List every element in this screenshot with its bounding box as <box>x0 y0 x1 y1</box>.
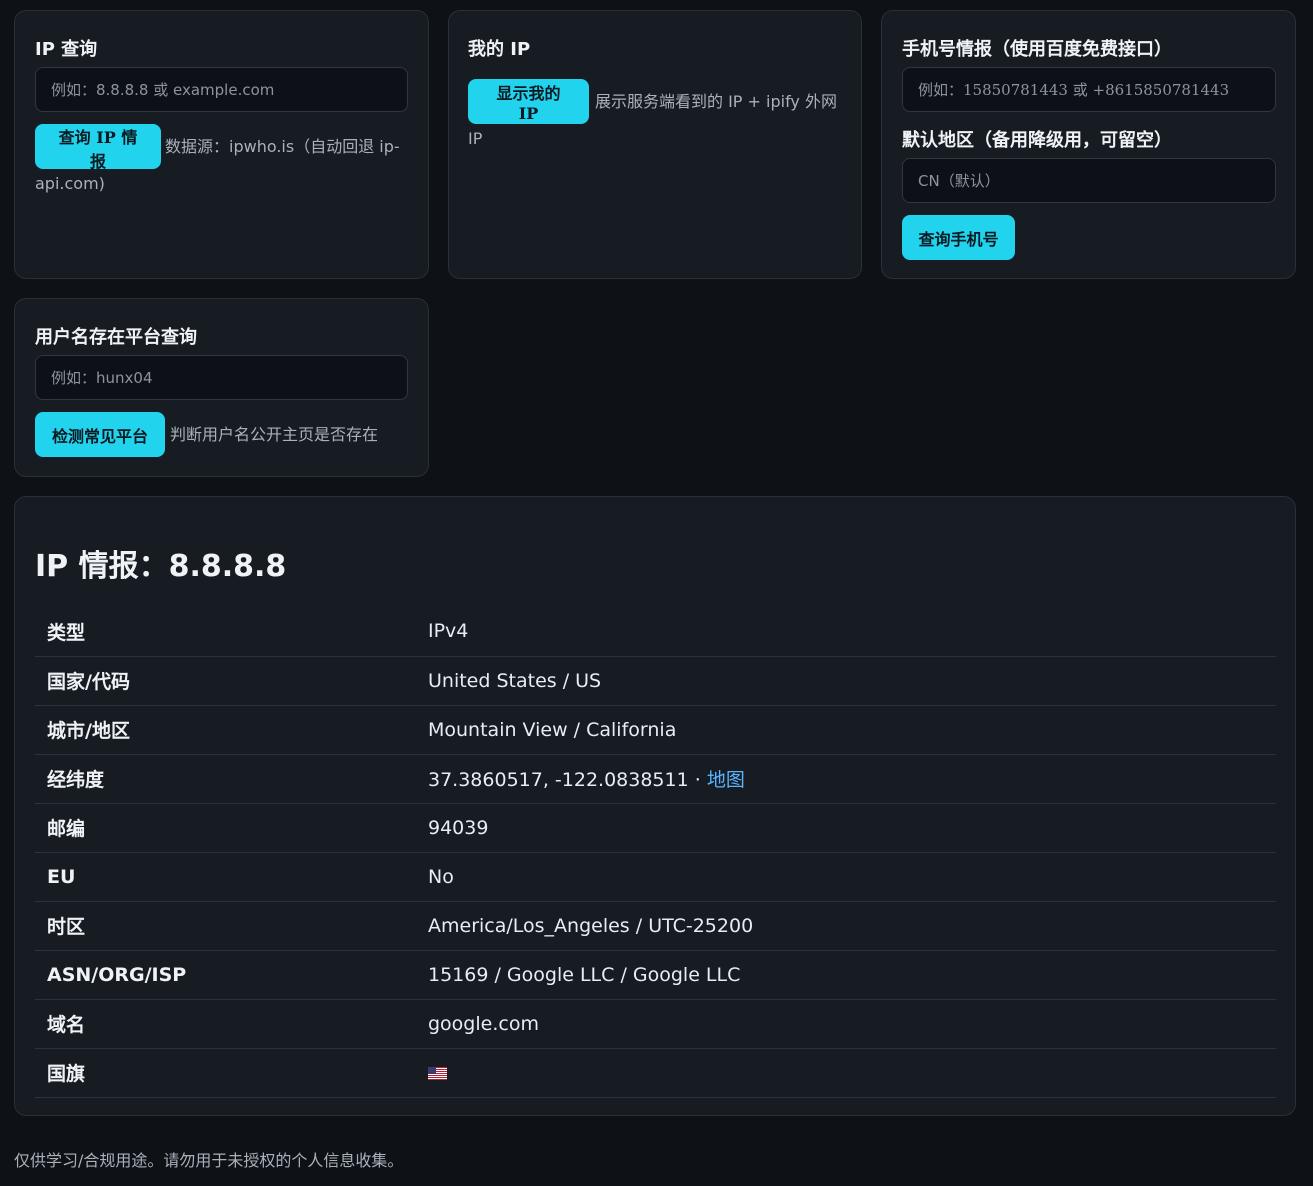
table-row: 邮编 94039 <box>35 803 1276 853</box>
row-key: 时区 <box>35 901 428 951</box>
row-key: 类型 <box>35 607 428 657</box>
table-row: 类型 IPv4 <box>35 607 1276 657</box>
row-value: 94039 <box>428 803 1276 853</box>
check-platforms-button[interactable]: 检测常见平台 <box>35 412 165 457</box>
row-value: IPv4 <box>428 607 1276 657</box>
ip-query-source-note: 数据源：ipwho.is（自动回退 ip-api.com) <box>35 137 400 193</box>
row-key: 经纬度 <box>35 754 428 804</box>
row-value: America/Los_Angeles / UTC-25200 <box>428 901 1276 951</box>
row-key: 国旗 <box>35 1048 428 1098</box>
row-value: No <box>428 852 1276 902</box>
row-key: EU <box>35 852 428 902</box>
phone-query-title: 手机号情报（使用百度免费接口） <box>902 39 1172 60</box>
table-row: ASN/ORG/ISP 15169 / Google LLC / Google … <box>35 950 1276 1000</box>
username-query-card: 用户名存在平台查询 检测常见平台 判断用户名公开主页是否存在 <box>14 298 429 477</box>
phone-number-input[interactable] <box>902 67 1276 112</box>
ip-result-card: IP 情报：8.8.8.8 类型 IPv4 国家/代码 United State… <box>14 496 1296 1116</box>
my-ip-card: 我的 IP 显示我的 IP 展示服务端看到的 IP + ipify 外网 IP <box>448 10 862 279</box>
row-key: 国家/代码 <box>35 656 428 706</box>
row-value-coordinates: 37.3860517, -122.0838511 · 地图 <box>428 754 1276 804</box>
row-key: 邮编 <box>35 803 428 853</box>
row-key: ASN/ORG/ISP <box>35 950 428 1000</box>
table-row: 国旗 <box>35 1048 1276 1098</box>
row-value: Mountain View / California <box>428 705 1276 755</box>
my-ip-title: 我的 IP <box>468 39 531 60</box>
phone-query-card: 手机号情报（使用百度免费接口） 默认地区（备用降级用，可留空） 查询手机号 <box>881 10 1296 279</box>
table-row: 城市/地区 Mountain View / California <box>35 705 1276 755</box>
table-row: 经纬度 37.3860517, -122.0838511 · 地图 <box>35 754 1276 804</box>
ip-query-title: IP 查询 <box>35 39 98 60</box>
coordinates-text: 37.3860517, -122.0838511 · <box>428 769 707 791</box>
table-row: 国家/代码 United States / US <box>35 656 1276 706</box>
map-link[interactable]: 地图 <box>707 769 745 791</box>
row-key: 城市/地区 <box>35 705 428 755</box>
us-flag-icon <box>428 1066 447 1080</box>
default-region-input[interactable] <box>902 158 1276 203</box>
ip-result-title: IP 情报：8.8.8.8 <box>35 549 287 584</box>
username-input[interactable] <box>35 355 408 400</box>
table-row: 时区 America/Los_Angeles / UTC-25200 <box>35 901 1276 951</box>
row-key: 域名 <box>35 999 428 1049</box>
row-value: 15169 / Google LLC / Google LLC <box>428 950 1276 1000</box>
table-row: 域名 google.com <box>35 999 1276 1049</box>
my-ip-note: 展示服务端看到的 IP + ipify 外网 IP <box>468 92 837 148</box>
row-value: google.com <box>428 999 1276 1049</box>
username-query-title: 用户名存在平台查询 <box>35 327 197 348</box>
ip-info-table: 类型 IPv4 国家/代码 United States / US 城市/地区 M… <box>35 607 1276 1098</box>
default-region-label: 默认地区（备用降级用，可留空） <box>902 130 1172 151</box>
ip-query-card: IP 查询 查询 IP 情报 数据源：ipwho.is（自动回退 ip-api.… <box>14 10 429 279</box>
row-value-flag <box>428 1048 1276 1098</box>
ip-query-input[interactable] <box>35 67 408 112</box>
disclaimer-footer: 仅供学习/合规用途。请勿用于未授权的个人信息收集。 <box>14 1151 404 1170</box>
row-value: United States / US <box>428 656 1276 706</box>
username-note: 判断用户名公开主页是否存在 <box>170 425 379 444</box>
table-row: EU No <box>35 852 1276 902</box>
phone-query-button[interactable]: 查询手机号 <box>902 215 1015 260</box>
